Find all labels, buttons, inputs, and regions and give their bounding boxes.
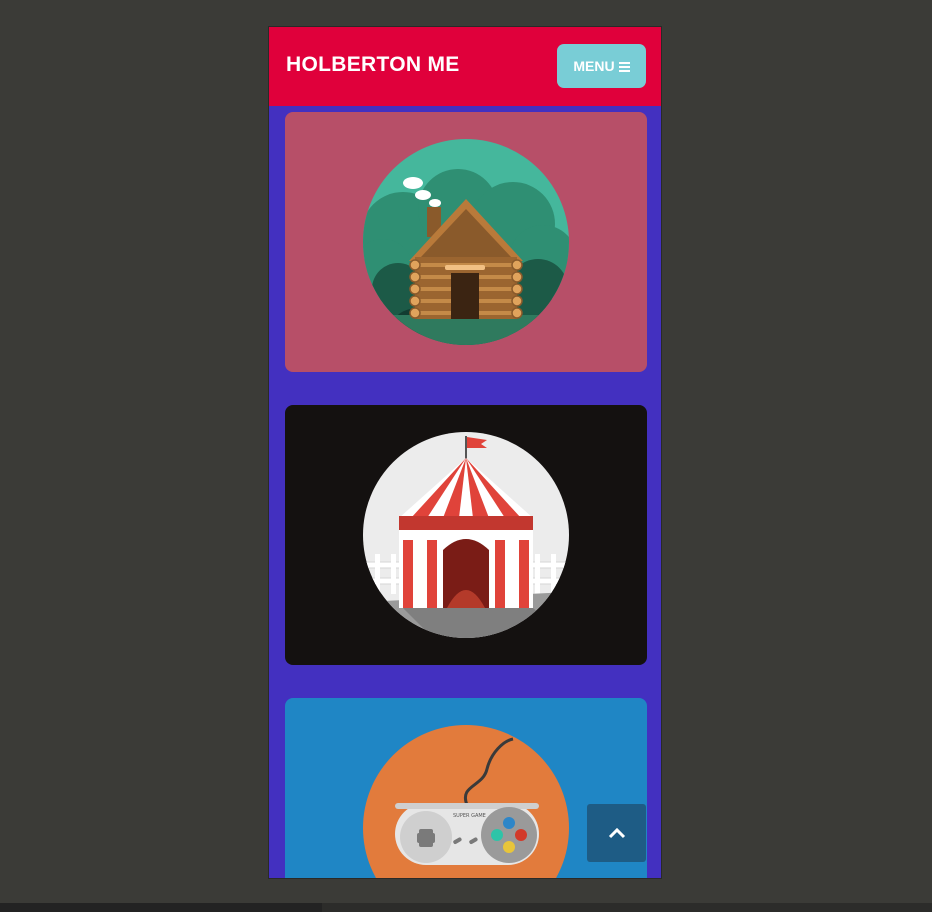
game-controller-illustration: SUPER GAME (363, 725, 569, 878)
menu-label: MENU (573, 58, 615, 74)
site-brand[interactable]: HOLBERTON ME (286, 53, 460, 77)
circus-tent-illustration (363, 432, 569, 638)
bottom-strip (0, 903, 932, 912)
gallery-card-cabin[interactable] (285, 112, 647, 372)
svg-text:SUPER GAME: SUPER GAME (453, 813, 486, 819)
gallery-card-circus[interactable] (285, 405, 647, 665)
mobile-viewport: HOLBERTON ME MENU SUPER GAME (268, 26, 662, 879)
hamburger-icon (618, 61, 630, 72)
back-to-top-button[interactable] (587, 804, 646, 862)
chevron-up-icon (608, 827, 625, 839)
log-cabin-illustration (363, 139, 569, 345)
menu-button[interactable]: MENU (557, 44, 646, 88)
site-header: HOLBERTON ME MENU (269, 27, 661, 106)
